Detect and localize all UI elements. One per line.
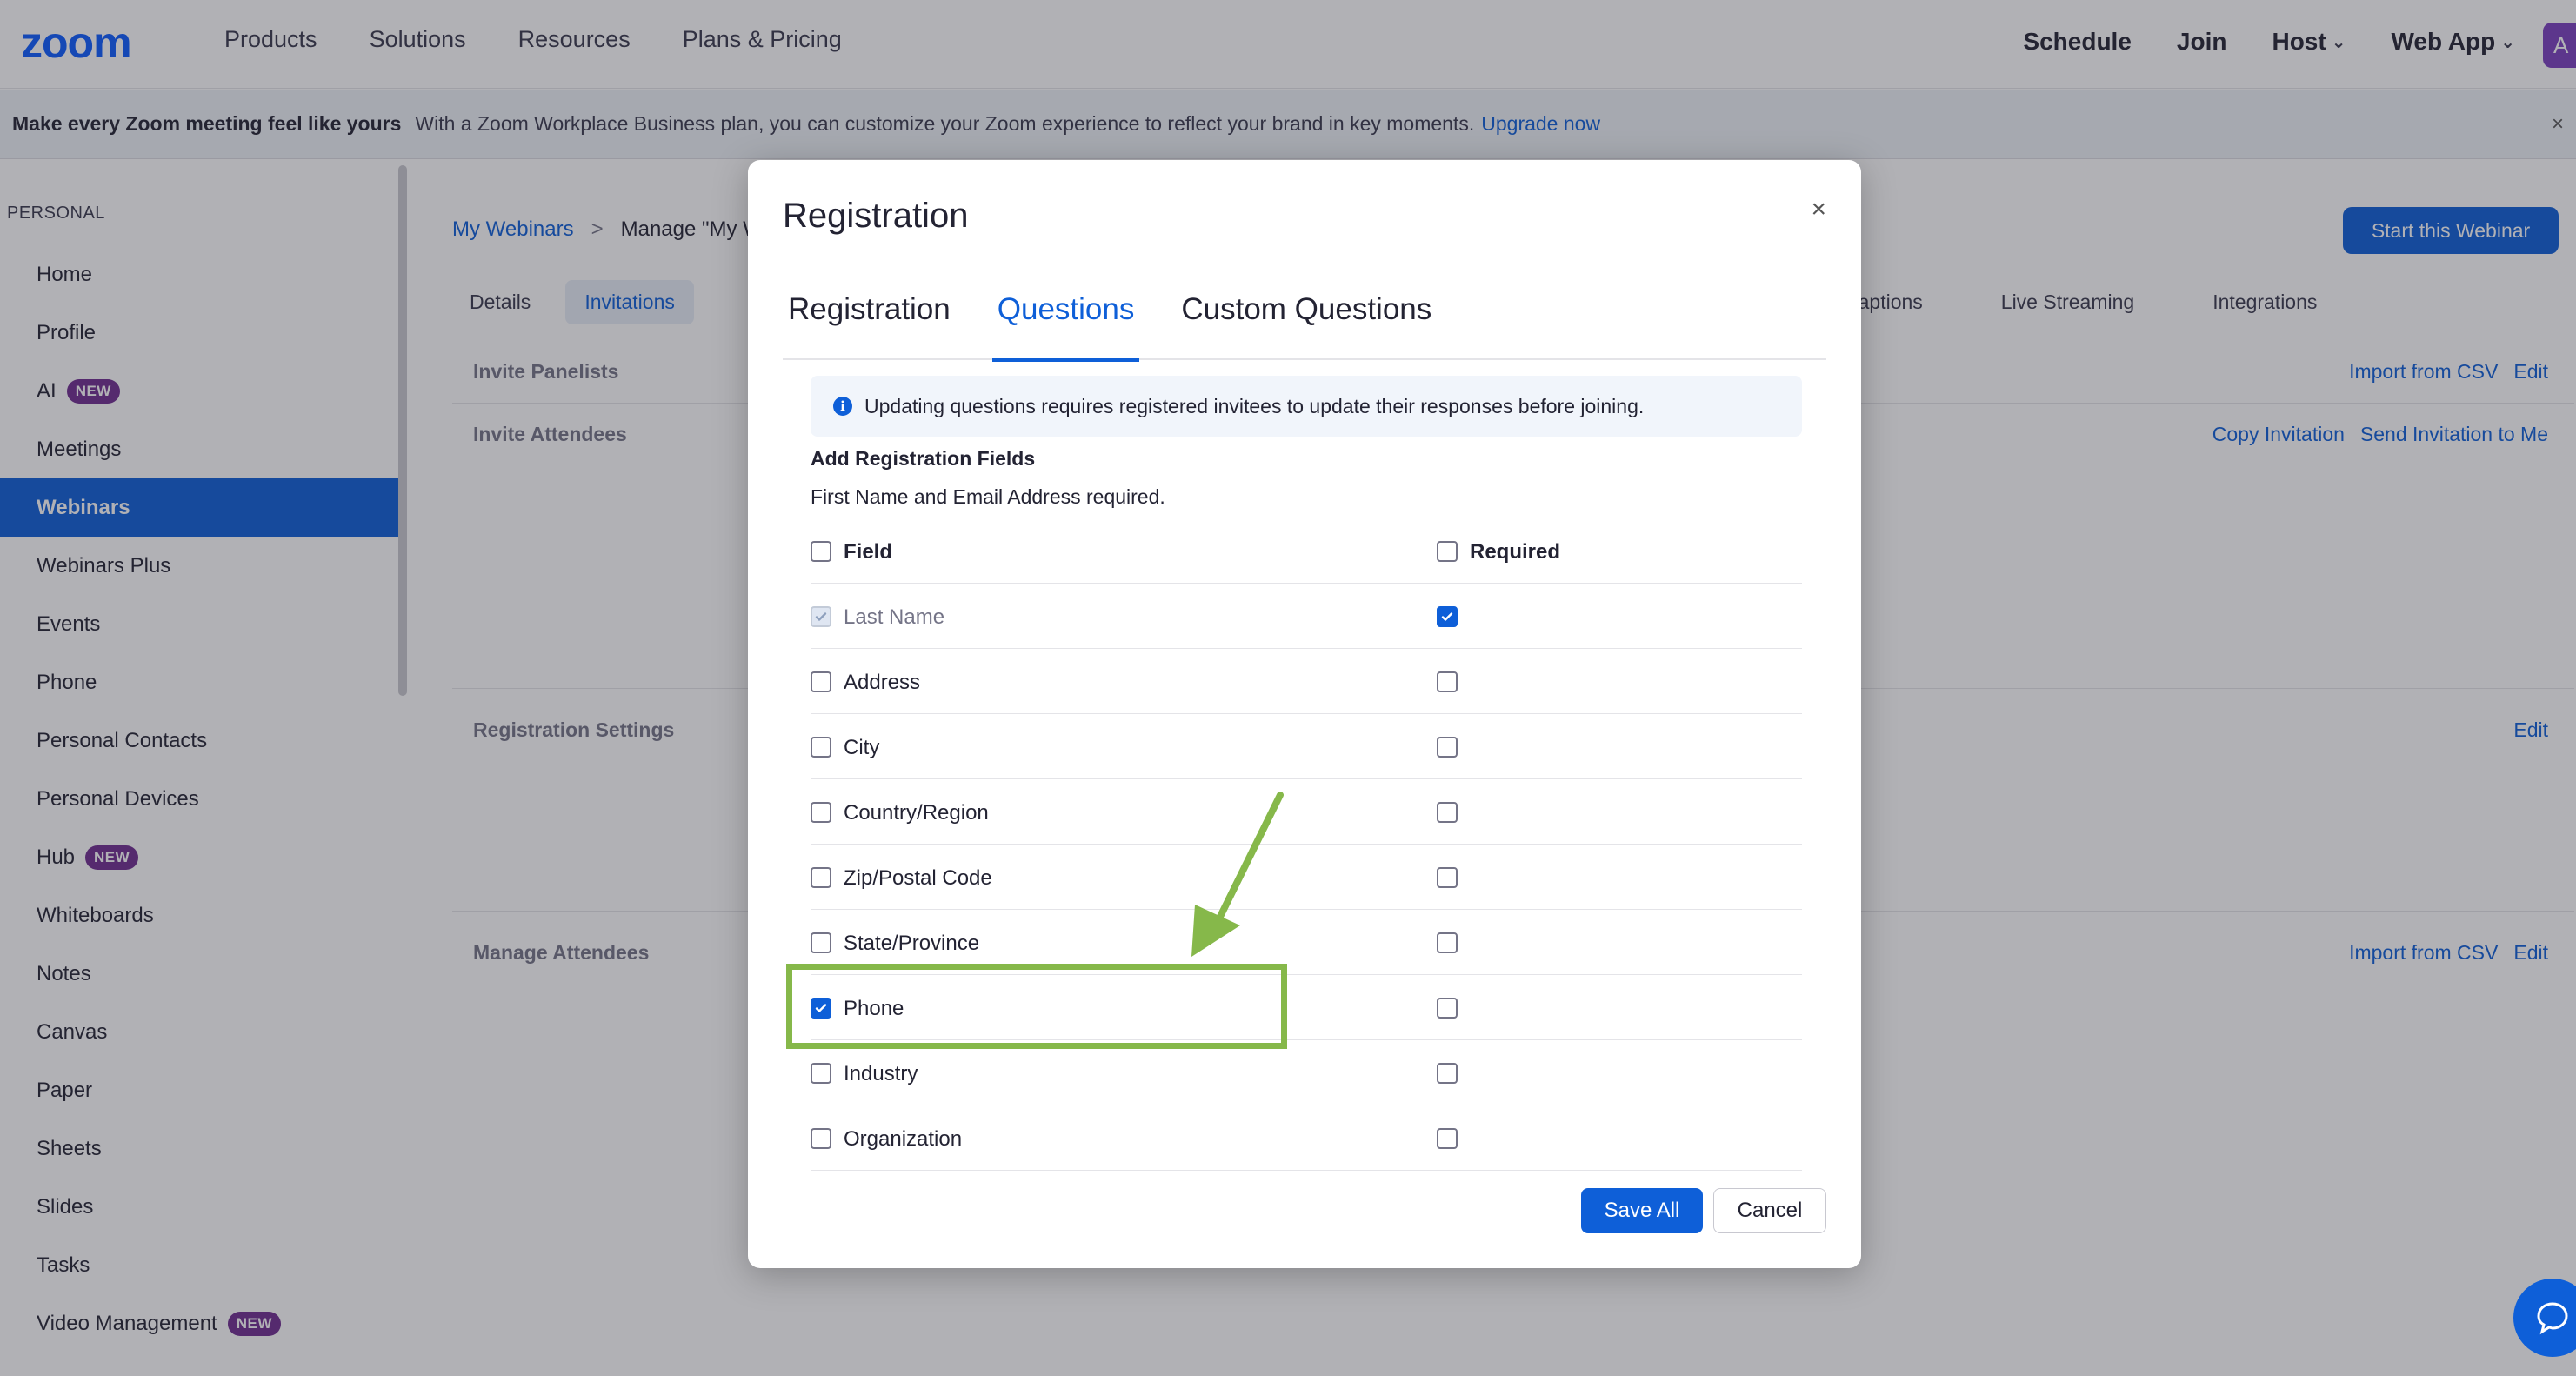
organization-required-checkbox[interactable] bbox=[1437, 1128, 1458, 1149]
field-row-city: City bbox=[811, 714, 1802, 779]
field-row-zip-postal-code: Zip/Postal Code bbox=[811, 845, 1802, 910]
state-province-field-checkbox[interactable] bbox=[811, 932, 831, 953]
field-row-last-name: Last Name bbox=[811, 584, 1802, 649]
field-label: Last Name bbox=[844, 605, 945, 629]
select-all-required-checkbox[interactable] bbox=[1437, 541, 1458, 562]
last-name-field-checkbox bbox=[811, 606, 831, 627]
industry-required-checkbox[interactable] bbox=[1437, 1063, 1458, 1084]
save-all-button[interactable]: Save All bbox=[1581, 1188, 1703, 1233]
phone-required-checkbox[interactable] bbox=[1437, 998, 1458, 1019]
registration-modal: Registration × Registration Questions Cu… bbox=[748, 160, 1861, 1268]
address-required-checkbox[interactable] bbox=[1437, 671, 1458, 692]
field-row-organization: Organization bbox=[811, 1105, 1802, 1171]
state-province-required-checkbox[interactable] bbox=[1437, 932, 1458, 953]
address-field-checkbox[interactable] bbox=[811, 671, 831, 692]
field-label: Zip/Postal Code bbox=[844, 866, 992, 890]
field-row-country-region: Country/Region bbox=[811, 779, 1802, 845]
field-row-industry: Industry bbox=[811, 1040, 1802, 1105]
city-field-checkbox[interactable] bbox=[811, 737, 831, 758]
required-column-header: Required bbox=[1470, 540, 1561, 564]
tab-questions[interactable]: Questions bbox=[991, 282, 1140, 362]
zip-postal-code-required-checkbox[interactable] bbox=[1437, 867, 1458, 888]
field-label: City bbox=[844, 736, 880, 759]
country-region-field-checkbox[interactable] bbox=[811, 802, 831, 823]
arrow-annotation-icon bbox=[1191, 792, 1284, 957]
tab-registration[interactable]: Registration bbox=[783, 282, 956, 360]
select-all-fields-checkbox[interactable] bbox=[811, 541, 831, 562]
modal-tabs: Registration Questions Custom Questions bbox=[783, 282, 1826, 362]
fields-subtext: First Name and Email Address required. bbox=[811, 485, 1165, 508]
city-required-checkbox[interactable] bbox=[1437, 737, 1458, 758]
field-label: Industry bbox=[844, 1062, 918, 1085]
last-name-required-checkbox[interactable] bbox=[1437, 606, 1458, 627]
close-icon[interactable]: × bbox=[1811, 195, 1826, 224]
cancel-button[interactable]: Cancel bbox=[1713, 1188, 1826, 1233]
info-icon: i bbox=[833, 397, 852, 416]
industry-field-checkbox[interactable] bbox=[811, 1063, 831, 1084]
country-region-required-checkbox[interactable] bbox=[1437, 802, 1458, 823]
field-label: Address bbox=[844, 671, 921, 694]
field-label: State/Province bbox=[844, 932, 980, 955]
info-text: Updating questions requires registered i… bbox=[864, 394, 1645, 417]
field-label: Organization bbox=[844, 1127, 963, 1151]
modal-footer: Save All Cancel bbox=[1581, 1188, 1826, 1233]
modal-title: Registration bbox=[783, 197, 969, 235]
field-column-header: Field bbox=[844, 540, 893, 564]
zip-postal-code-field-checkbox[interactable] bbox=[811, 867, 831, 888]
tab-custom-questions[interactable]: Custom Questions bbox=[1176, 282, 1437, 360]
phone-highlight-box bbox=[786, 964, 1287, 1049]
registration-fields: Field Required Last Name Address City Count… bbox=[811, 518, 1802, 1171]
field-row-address: Address bbox=[811, 649, 1802, 714]
fields-header-row: Field Required bbox=[811, 518, 1802, 584]
fields-heading: Add Registration Fields bbox=[811, 447, 1036, 470]
info-notice: i Updating questions requires registered… bbox=[811, 376, 1802, 437]
chat-bubble-icon bbox=[2537, 1302, 2568, 1335]
organization-field-checkbox[interactable] bbox=[811, 1128, 831, 1149]
field-label: Country/Region bbox=[844, 801, 989, 825]
